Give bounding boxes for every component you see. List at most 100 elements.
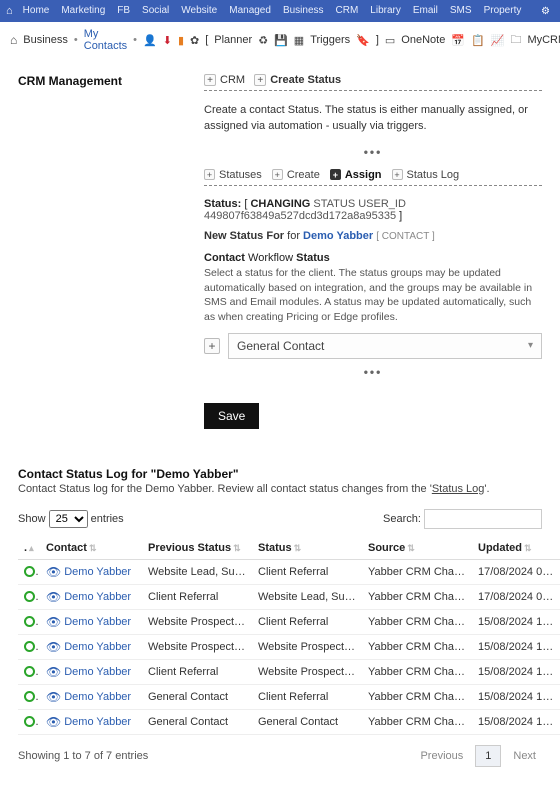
recycle-icon[interactable]: ♻ bbox=[258, 34, 268, 47]
crumb-line: + CRM + Create Status bbox=[204, 74, 542, 86]
col-updated[interactable]: Updated⇅ bbox=[472, 537, 560, 560]
view-icon[interactable]: 👁 bbox=[46, 590, 61, 604]
status-log-table: .▴ Contact⇅ Previous Status⇅ Status⇅ Sou… bbox=[18, 537, 560, 735]
tab-statuses[interactable]: +Statuses bbox=[204, 169, 262, 181]
col-source[interactable]: Source⇅ bbox=[362, 537, 472, 560]
cell-prev: General Contact bbox=[142, 709, 252, 734]
plus-icon[interactable]: + bbox=[254, 74, 266, 86]
field-label: Contact Workflow Status bbox=[204, 252, 542, 264]
table-row: 👁Demo YabberClient ReferralWebsite Lead,… bbox=[18, 584, 560, 609]
plus-icon[interactable]: + bbox=[204, 74, 216, 86]
triggers-link[interactable]: Triggers bbox=[310, 34, 350, 46]
tab-status-log[interactable]: +Status Log bbox=[392, 169, 460, 181]
row-status-icon[interactable] bbox=[24, 691, 35, 702]
nav-fb[interactable]: FB bbox=[111, 5, 136, 16]
table-row: 👁Demo YabberWebsite Prospect, Pho...Webs… bbox=[18, 634, 560, 659]
contact-link[interactable]: Demo Yabber bbox=[64, 716, 131, 728]
calendar-icon[interactable]: 📅 bbox=[451, 34, 465, 47]
table-row: 👁Demo YabberGeneral ContactGeneral Conta… bbox=[18, 709, 560, 734]
tab-assign[interactable]: +Assign bbox=[330, 169, 382, 181]
contact-link[interactable]: Demo Yabber bbox=[64, 591, 131, 603]
search-input[interactable] bbox=[424, 509, 542, 529]
view-icon[interactable]: 👁 bbox=[46, 690, 61, 704]
view-icon[interactable]: 👁 bbox=[46, 640, 61, 654]
crumb-create-status[interactable]: Create Status bbox=[270, 74, 341, 86]
gear-icon[interactable]: ⚙ bbox=[537, 6, 554, 17]
row-status-icon[interactable] bbox=[24, 566, 35, 577]
col-status[interactable]: Status⇅ bbox=[252, 537, 362, 560]
chart-icon[interactable]: 📈 bbox=[491, 34, 505, 47]
nav-social[interactable]: Social bbox=[136, 5, 175, 16]
fire-icon[interactable]: ✿ bbox=[190, 34, 199, 47]
contact-link[interactable]: Demo Yabber bbox=[64, 616, 131, 628]
cell-updated: 15/08/2024 19:14 bbox=[472, 609, 560, 634]
tag-icon[interactable]: ⬇ bbox=[163, 34, 172, 47]
nav-email[interactable]: Email bbox=[407, 5, 444, 16]
nav-managed[interactable]: Managed bbox=[223, 5, 277, 16]
table-row: 👁Demo YabberGeneral ContactClient Referr… bbox=[18, 684, 560, 709]
contact-name-link[interactable]: Demo Yabber bbox=[303, 230, 373, 242]
cell-updated: 17/08/2024 00:01 bbox=[472, 584, 560, 609]
nav-library[interactable]: Library bbox=[364, 5, 407, 16]
tab-create[interactable]: +Create bbox=[272, 169, 320, 181]
doc-icon[interactable]: ▭ bbox=[385, 34, 395, 47]
col-prev[interactable]: Previous Status⇅ bbox=[142, 537, 252, 560]
breadcrumb-mycontacts[interactable]: My Contacts bbox=[84, 28, 127, 52]
planner-link[interactable]: Planner bbox=[214, 34, 252, 46]
col-dot[interactable]: .▴ bbox=[18, 537, 40, 560]
cell-source: Yabber CRM Change Sta... bbox=[362, 584, 472, 609]
contact-link[interactable]: Demo Yabber bbox=[64, 666, 131, 678]
grid-icon[interactable]: ▦ bbox=[294, 34, 304, 47]
nav-business[interactable]: Business bbox=[277, 5, 330, 16]
cell-updated: 15/08/2024 18:57 bbox=[472, 709, 560, 734]
crumb-crm[interactable]: CRM bbox=[220, 74, 245, 86]
breadcrumb-home-icon[interactable]: ⌂ bbox=[10, 33, 17, 47]
cell-source: Yabber CRM Change Sta... bbox=[362, 634, 472, 659]
nav-property[interactable]: Property bbox=[478, 5, 528, 16]
page-size-select[interactable]: 25 bbox=[49, 510, 88, 528]
divider bbox=[204, 90, 542, 91]
col-contact[interactable]: Contact⇅ bbox=[40, 537, 142, 560]
mycrm-link[interactable]: MyCRM bbox=[527, 34, 560, 46]
row-status-icon[interactable] bbox=[24, 666, 35, 677]
cell-status: Website Lead, Subscri... bbox=[252, 584, 362, 609]
pager-next[interactable]: Next bbox=[507, 746, 542, 766]
row-status-icon[interactable] bbox=[24, 716, 35, 727]
view-icon[interactable]: 👁 bbox=[46, 565, 61, 579]
nav-marketing[interactable]: Marketing bbox=[55, 5, 111, 16]
nav-home[interactable]: Home bbox=[17, 5, 56, 16]
user-plus-icon[interactable]: 👤 bbox=[143, 34, 157, 47]
save-icon[interactable]: 💾 bbox=[274, 34, 288, 47]
breadcrumb-sep: • bbox=[74, 34, 78, 46]
nav-sms[interactable]: SMS bbox=[444, 5, 478, 16]
chevron-down-icon: ▾ bbox=[528, 340, 533, 351]
nav-crm[interactable]: CRM bbox=[330, 5, 365, 16]
cell-source: Yabber CRM Change Sta... bbox=[362, 684, 472, 709]
status-log-link[interactable]: Status Log bbox=[432, 483, 485, 495]
row-status-icon[interactable] bbox=[24, 641, 35, 652]
status-select[interactable]: General Contact ▾ bbox=[228, 333, 542, 359]
nav-website[interactable]: Website bbox=[175, 5, 223, 16]
clipboard-icon[interactable]: 📋 bbox=[471, 34, 485, 47]
contact-link[interactable]: Demo Yabber bbox=[64, 566, 131, 578]
onenote-link[interactable]: OneNote bbox=[401, 34, 445, 46]
contact-link[interactable]: Demo Yabber bbox=[64, 641, 131, 653]
row-status-icon[interactable] bbox=[24, 616, 35, 627]
folder-icon[interactable]: 🗀 bbox=[510, 31, 521, 50]
cell-prev: Website Prospect, Pho... bbox=[142, 609, 252, 634]
pager-previous[interactable]: Previous bbox=[414, 746, 469, 766]
flag-icon[interactable]: ▮ bbox=[178, 34, 184, 47]
home-icon[interactable]: ⌂ bbox=[6, 5, 13, 17]
breadcrumb-business[interactable]: Business bbox=[23, 34, 68, 46]
datatable-controls: Show 25 entries Search: bbox=[18, 509, 542, 529]
row-status-icon[interactable] bbox=[24, 591, 35, 602]
view-icon[interactable]: 👁 bbox=[46, 665, 61, 679]
status-select-value: General Contact bbox=[237, 339, 324, 353]
add-status-icon[interactable]: + bbox=[204, 338, 220, 354]
view-icon[interactable]: 👁 bbox=[46, 615, 61, 629]
bookmark-icon[interactable]: 🔖 bbox=[356, 34, 370, 47]
view-icon[interactable]: 👁 bbox=[46, 715, 61, 729]
pager-page-1[interactable]: 1 bbox=[475, 745, 501, 767]
contact-link[interactable]: Demo Yabber bbox=[64, 691, 131, 703]
save-button[interactable]: Save bbox=[204, 403, 259, 429]
